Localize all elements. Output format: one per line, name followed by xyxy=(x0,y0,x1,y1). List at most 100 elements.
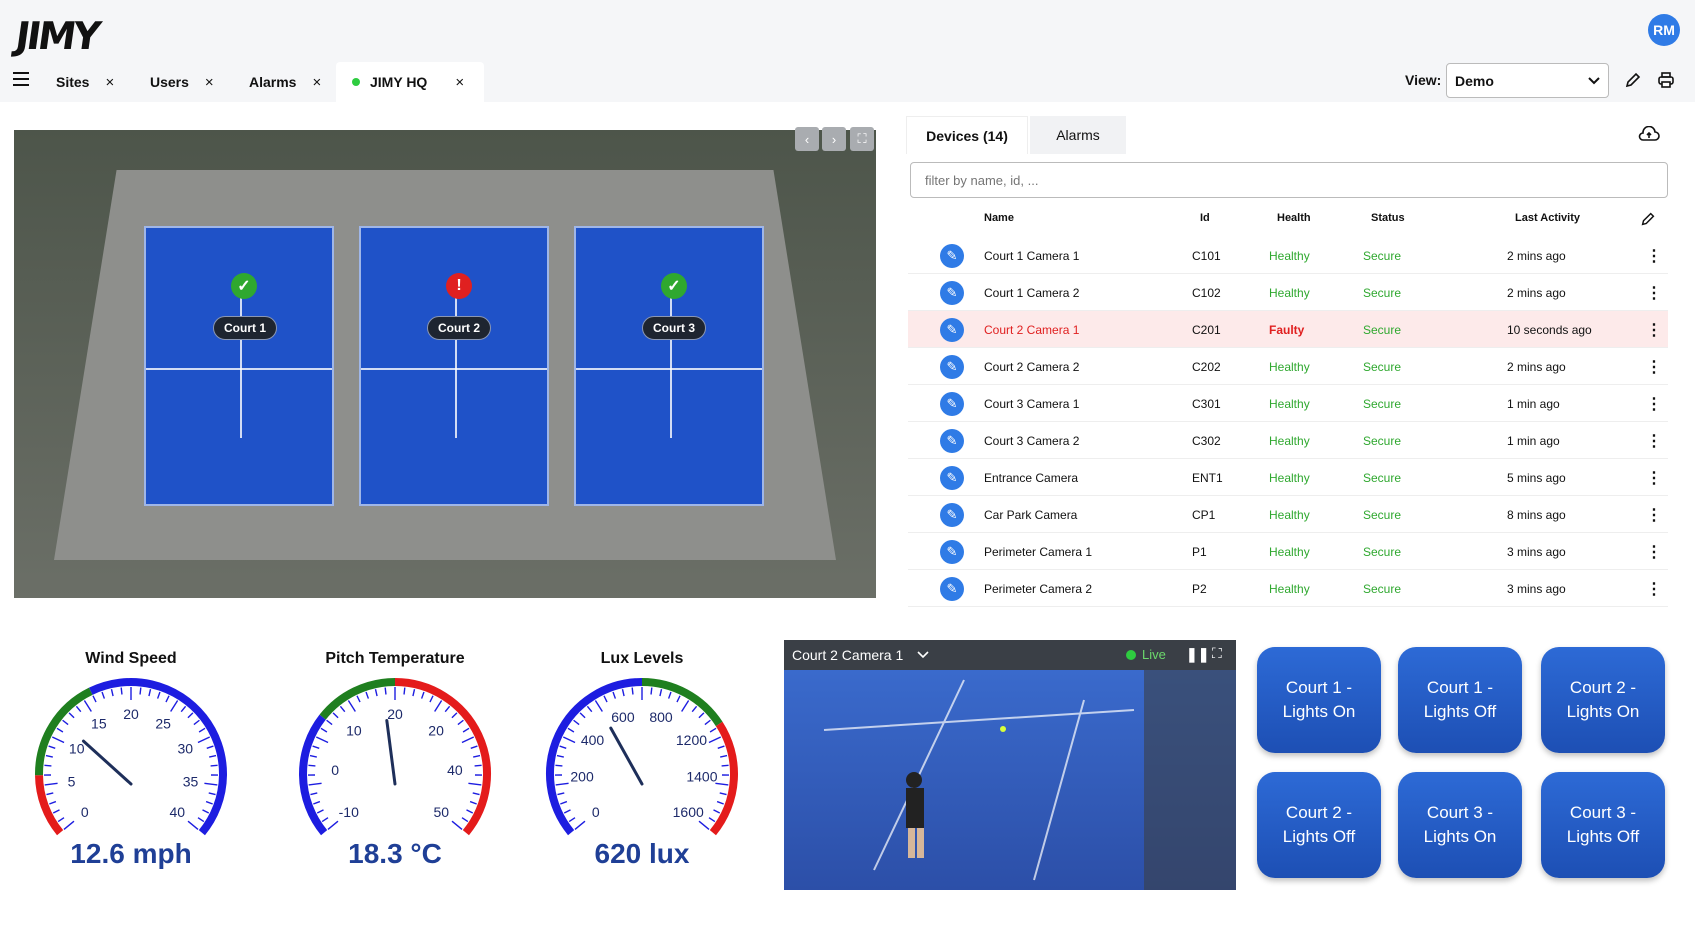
gauge-band xyxy=(35,687,93,776)
tab-jimy-hq[interactable]: JIMY HQ × xyxy=(336,62,484,102)
view-select[interactable]: Demo xyxy=(1446,63,1609,98)
table-row[interactable]: ✎ Perimeter Camera 1 P1 Healthy Secure 3 mins… xyxy=(908,533,1668,570)
close-icon[interactable]: × xyxy=(105,74,114,91)
cell-health: Healthy xyxy=(1269,471,1310,485)
table-row[interactable]: ✎ Court 1 Camera 2 C102 Healthy Secure 2 mins… xyxy=(908,274,1668,311)
table-row[interactable]: ✎ Car Park Camera CP1 Healthy Secure 8 mins a… xyxy=(908,496,1668,533)
court-1-ok-icon[interactable]: ✓ xyxy=(231,273,257,299)
close-icon[interactable]: × xyxy=(205,74,214,91)
table-row[interactable]: ✎ Court 3 Camera 2 C302 Healthy Secure 1 min … xyxy=(908,422,1668,459)
more-options-icon[interactable]: ⋮ xyxy=(1646,505,1662,525)
map-fullscreen-icon[interactable]: ⛶ xyxy=(850,127,874,151)
gauge-tick xyxy=(57,817,65,823)
close-icon[interactable]: × xyxy=(312,74,321,91)
court-3-label[interactable]: Court 3 xyxy=(642,316,706,340)
more-options-icon[interactable]: ⋮ xyxy=(1646,283,1662,303)
gauge-tick xyxy=(384,687,387,695)
more-options-icon[interactable]: ⋮ xyxy=(1646,468,1662,488)
camera-feed[interactable]: Court 2 Camera 1 Live ❚❚ ⛶ xyxy=(784,640,1236,890)
user-avatar[interactable]: RM xyxy=(1648,14,1680,46)
map-prev-icon[interactable]: ‹ xyxy=(795,127,819,151)
tab-device-alarms[interactable]: Alarms xyxy=(1030,116,1126,154)
table-row[interactable]: ✎ Entrance Camera ENT1 Healthy Secure 5 mins … xyxy=(908,459,1668,496)
court-3-area[interactable] xyxy=(574,226,764,506)
court-2-label[interactable]: Court 2 xyxy=(427,316,491,340)
column-header-id[interactable]: Id xyxy=(1200,212,1210,224)
gauge-tick xyxy=(83,700,92,712)
cloud-upload-icon[interactable] xyxy=(1638,126,1660,142)
cell-last: 1 min ago xyxy=(1507,397,1560,411)
table-row[interactable]: ✎ Court 1 Camera 1 C101 Healthy Secure 2 mins… xyxy=(908,237,1668,274)
more-options-icon[interactable]: ⋮ xyxy=(1646,357,1662,377)
gauge-value: 12.6 mph xyxy=(70,838,192,869)
site-map[interactable]: ✓ ! ✓ Court 1 Court 2 Court 3 xyxy=(14,130,876,598)
gauge-tick xyxy=(444,705,451,713)
camera-icon: ✎ xyxy=(940,318,964,342)
gauge-tick xyxy=(466,809,474,814)
tab-alarms[interactable]: Alarms × xyxy=(249,62,321,102)
more-options-icon[interactable]: ⋮ xyxy=(1646,320,1662,340)
court-2-alert-icon[interactable]: ! xyxy=(446,273,472,299)
gauge-tick xyxy=(559,745,567,749)
gauge-tick xyxy=(198,727,206,733)
court-1-lights-on-button[interactable]: Court 1 - Lights On xyxy=(1257,647,1381,753)
tab-devices[interactable]: Devices (14) xyxy=(906,116,1028,154)
gauge-tick xyxy=(676,695,681,703)
court-1-label[interactable]: Court 1 xyxy=(213,316,277,340)
gauge-tick xyxy=(48,745,56,749)
more-options-icon[interactable]: ⋮ xyxy=(1646,394,1662,414)
hamburger-menu-icon[interactable] xyxy=(13,72,29,86)
edit-columns-icon[interactable] xyxy=(1639,210,1657,228)
gauge-tick xyxy=(202,809,210,814)
column-header-last-activity[interactable]: Last Activity xyxy=(1515,212,1580,224)
fullscreen-icon[interactable]: ⛶ xyxy=(1212,645,1222,662)
printer-icon[interactable] xyxy=(1656,70,1676,90)
court-1-area[interactable] xyxy=(144,226,334,506)
column-header-health[interactable]: Health xyxy=(1277,212,1311,224)
table-row[interactable]: ✎ Court 2 Camera 1 C201 Faulty Secure 10 seco… xyxy=(908,311,1668,348)
edit-icon[interactable] xyxy=(1623,70,1643,90)
more-options-icon[interactable]: ⋮ xyxy=(1646,246,1662,266)
camera-image xyxy=(784,670,1236,890)
gauge-tick xyxy=(472,792,480,796)
table-row[interactable]: ✎ Perimeter Camera 2 P2 Healthy Secure 3 mins… xyxy=(908,570,1668,607)
gauge-tick xyxy=(208,792,216,796)
camera-header: Court 2 Camera 1 Live ❚❚ ⛶ xyxy=(784,640,1236,670)
more-options-icon[interactable]: ⋮ xyxy=(1646,542,1662,562)
more-options-icon[interactable]: ⋮ xyxy=(1646,431,1662,451)
court-2-area[interactable] xyxy=(359,226,549,506)
table-row[interactable]: ✎ Court 3 Camera 1 C301 Healthy Secure 1 min … xyxy=(908,385,1668,422)
court-3-ok-icon[interactable]: ✓ xyxy=(661,273,687,299)
gauge-tick xyxy=(52,809,60,814)
gauge-tick xyxy=(451,712,458,719)
tab-users[interactable]: Users × xyxy=(150,62,214,102)
gauge-tick xyxy=(470,745,478,749)
map-next-icon[interactable]: › xyxy=(822,127,846,151)
chevron-down-icon[interactable] xyxy=(917,651,929,659)
tab-sites[interactable]: Sites × xyxy=(56,62,114,102)
court-3-lights-on-button[interactable]: Court 3 - Lights On xyxy=(1398,772,1522,878)
column-header-status[interactable]: Status xyxy=(1371,212,1405,224)
camera-title: Court 2 Camera 1 xyxy=(792,647,904,663)
pause-icon[interactable]: ❚❚ xyxy=(1186,646,1209,663)
gauge-tick xyxy=(708,817,716,823)
cell-health: Healthy xyxy=(1269,434,1310,448)
chevron-down-icon xyxy=(1588,76,1600,84)
gauge-tick xyxy=(469,800,477,805)
device-filter-input[interactable] xyxy=(910,162,1668,198)
tab-label: Users xyxy=(150,74,189,90)
gauge-tick xyxy=(120,687,123,695)
cell-id: CP1 xyxy=(1192,508,1216,522)
court-2-lights-on-button[interactable]: Court 2 - Lights On xyxy=(1541,647,1665,753)
close-icon[interactable]: × xyxy=(455,74,464,91)
wind-speed-gauge: Wind Speed 0 5 10 15 20 25 30 35 40 12.6 mph xyxy=(6,650,256,880)
more-options-icon[interactable]: ⋮ xyxy=(1646,579,1662,599)
camera-court-lines xyxy=(823,670,1236,890)
gauge-needle xyxy=(385,719,397,786)
court-3-lights-off-button[interactable]: Court 3 - Lights Off xyxy=(1541,772,1665,878)
column-header-name[interactable]: Name xyxy=(984,212,1014,224)
court-1-lights-off-button[interactable]: Court 1 - Lights Off xyxy=(1398,647,1522,753)
gauge-tick xyxy=(75,705,82,713)
table-row[interactable]: ✎ Court 2 Camera 2 C202 Healthy Secure 2 mins… xyxy=(908,348,1668,385)
court-2-lights-off-button[interactable]: Court 2 - Lights Off xyxy=(1257,772,1381,878)
